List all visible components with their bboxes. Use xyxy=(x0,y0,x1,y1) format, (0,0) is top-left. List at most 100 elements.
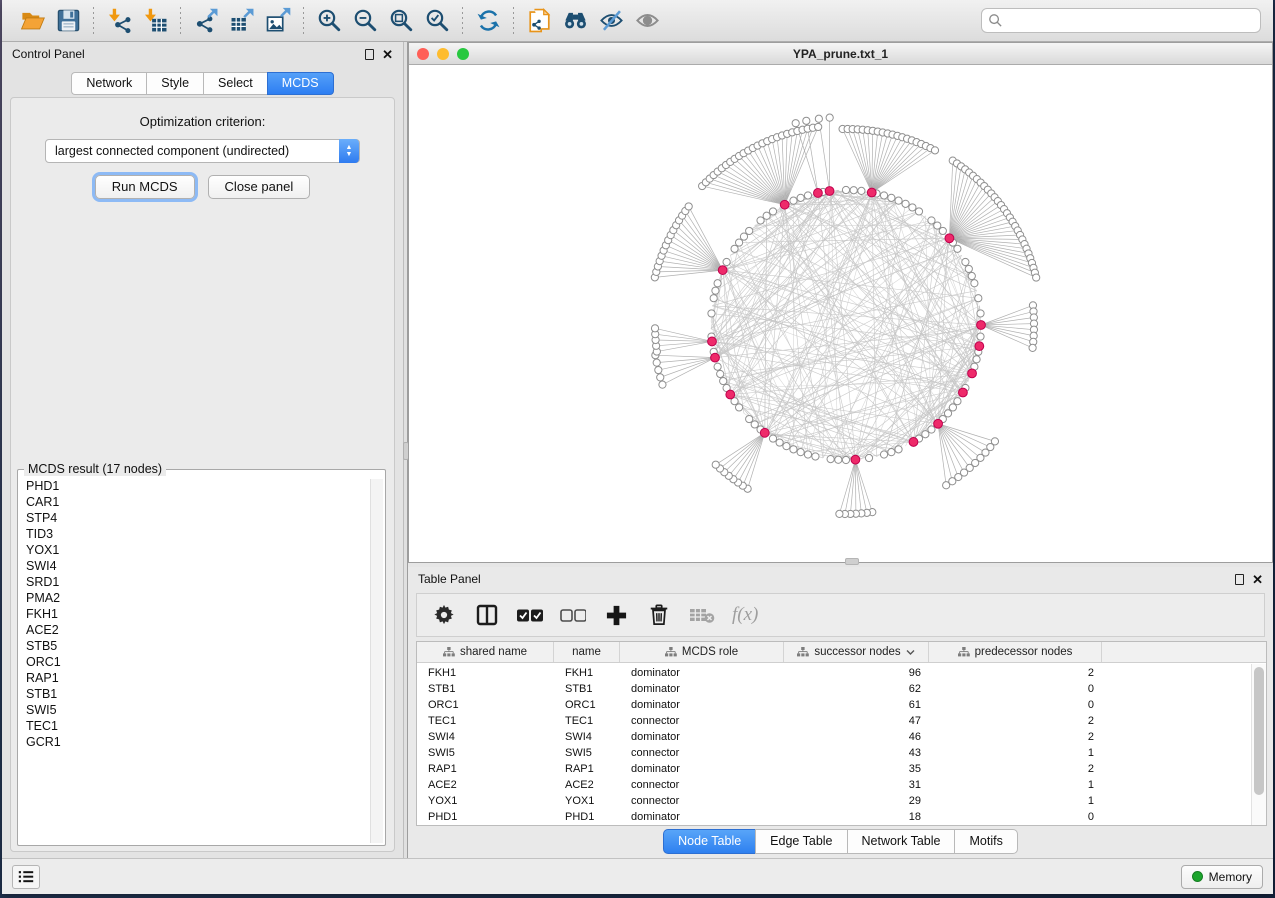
table-row[interactable]: TEC1TEC1connector472 xyxy=(417,713,1251,729)
column-header-predecessor-nodes[interactable]: predecessor nodes xyxy=(929,642,1102,662)
cell-successor_nodes[interactable]: 18 xyxy=(784,811,929,823)
table-row[interactable]: PHD1PHD1dominator180 xyxy=(417,809,1251,825)
cell-predecessor_nodes[interactable]: 1 xyxy=(929,747,1102,759)
cell-predecessor_nodes[interactable]: 0 xyxy=(929,683,1102,695)
show-details-icon[interactable] xyxy=(629,4,665,38)
tab-network-table[interactable]: Network Table xyxy=(847,829,955,854)
cell-successor_nodes[interactable]: 61 xyxy=(784,699,929,711)
column-header-name[interactable]: name xyxy=(554,642,620,662)
cell-shared_name[interactable]: RAP1 xyxy=(417,763,554,775)
delete-column-trash-icon[interactable] xyxy=(646,602,672,628)
cell-successor_nodes[interactable]: 46 xyxy=(784,731,929,743)
search-network-icon[interactable] xyxy=(557,4,593,38)
cell-mcds_role[interactable]: connector xyxy=(620,795,784,807)
list-item[interactable]: SWI4 xyxy=(19,558,384,574)
mcds-result-scrollbar[interactable] xyxy=(370,479,383,843)
cell-predecessor_nodes[interactable]: 2 xyxy=(929,731,1102,743)
list-item[interactable]: YOX1 xyxy=(19,542,384,558)
zoom-in-icon[interactable] xyxy=(311,4,347,38)
select-all-icon[interactable] xyxy=(517,602,543,628)
cell-mcds_role[interactable]: connector xyxy=(620,779,784,791)
list-item[interactable]: PMA2 xyxy=(19,590,384,606)
cell-name[interactable]: FKH1 xyxy=(554,667,620,679)
close-panel-icon[interactable]: ✕ xyxy=(382,48,393,61)
cell-mcds_role[interactable]: dominator xyxy=(620,667,784,679)
scrollbar-thumb[interactable] xyxy=(1254,667,1264,795)
table-row[interactable]: SWI4SWI4dominator462 xyxy=(417,729,1251,745)
cell-shared_name[interactable]: YOX1 xyxy=(417,795,554,807)
cell-name[interactable]: ORC1 xyxy=(554,699,620,711)
cell-predecessor_nodes[interactable]: 0 xyxy=(929,699,1102,711)
cell-successor_nodes[interactable]: 96 xyxy=(784,667,929,679)
close-panel-icon[interactable]: ✕ xyxy=(1252,573,1263,586)
tab-edge-table[interactable]: Edge Table xyxy=(755,829,846,854)
cell-mcds_role[interactable]: connector xyxy=(620,715,784,727)
save-session-icon[interactable] xyxy=(50,4,86,38)
float-panel-icon[interactable] xyxy=(365,49,374,60)
cell-mcds_role[interactable]: dominator xyxy=(620,683,784,695)
list-item[interactable]: SRD1 xyxy=(19,574,384,590)
cell-name[interactable]: SWI4 xyxy=(554,731,620,743)
column-view-icon[interactable] xyxy=(474,602,500,628)
export-network-icon[interactable] xyxy=(188,4,224,38)
run-mcds-button[interactable]: Run MCDS xyxy=(95,175,195,199)
cell-successor_nodes[interactable]: 31 xyxy=(784,779,929,791)
zoom-out-icon[interactable] xyxy=(347,4,383,38)
column-header-shared-name[interactable]: shared name xyxy=(417,642,554,662)
network-canvas[interactable] xyxy=(409,65,1272,562)
list-item[interactable]: CAR1 xyxy=(19,494,384,510)
mcds-result-list[interactable]: PHD1CAR1STP4TID3YOX1SWI4SRD1PMA2FKH1ACE2… xyxy=(19,478,384,844)
list-item[interactable]: ORC1 xyxy=(19,654,384,670)
cell-predecessor_nodes[interactable]: 2 xyxy=(929,667,1102,679)
table-row[interactable]: STB1STB1dominator620 xyxy=(417,681,1251,697)
tab-style[interactable]: Style xyxy=(146,72,203,95)
cell-mcds_role[interactable]: dominator xyxy=(620,811,784,823)
table-settings-gear-icon[interactable] xyxy=(431,602,457,628)
list-item[interactable]: FKH1 xyxy=(19,606,384,622)
cell-predecessor_nodes[interactable]: 1 xyxy=(929,795,1102,807)
list-item[interactable]: STB5 xyxy=(19,638,384,654)
tab-motifs[interactable]: Motifs xyxy=(954,829,1017,854)
cell-shared_name[interactable]: PHD1 xyxy=(417,811,554,823)
network-graph[interactable] xyxy=(409,65,1272,562)
list-item[interactable]: STB1 xyxy=(19,686,384,702)
memory-button[interactable]: Memory xyxy=(1181,865,1263,889)
task-history-list-button[interactable] xyxy=(12,865,40,889)
table-row[interactable]: YOX1YOX1connector291 xyxy=(417,793,1251,809)
cell-name[interactable]: PHD1 xyxy=(554,811,620,823)
list-item[interactable]: ACE2 xyxy=(19,622,384,638)
export-image-icon[interactable] xyxy=(260,4,296,38)
cell-predecessor_nodes[interactable]: 2 xyxy=(929,763,1102,775)
cell-name[interactable]: STB1 xyxy=(554,683,620,695)
list-item[interactable]: RAP1 xyxy=(19,670,384,686)
search-input[interactable] xyxy=(981,8,1261,33)
column-header-successor-nodes[interactable]: successor nodes xyxy=(784,642,929,662)
list-item[interactable]: TEC1 xyxy=(19,718,384,734)
list-item[interactable]: PHD1 xyxy=(19,478,384,494)
list-item[interactable]: GCR1 xyxy=(19,734,384,750)
list-item[interactable]: STP4 xyxy=(19,510,384,526)
cell-mcds_role[interactable]: connector xyxy=(620,747,784,759)
cell-mcds_role[interactable]: dominator xyxy=(620,699,784,711)
cell-name[interactable]: RAP1 xyxy=(554,763,620,775)
deselect-all-icon[interactable] xyxy=(560,602,586,628)
close-panel-button[interactable]: Close panel xyxy=(208,175,311,199)
table-row[interactable]: ORC1ORC1dominator610 xyxy=(417,697,1251,713)
add-column-icon[interactable] xyxy=(603,602,629,628)
cell-name[interactable]: SWI5 xyxy=(554,747,620,759)
tab-mcds[interactable]: MCDS xyxy=(267,72,334,95)
float-panel-icon[interactable] xyxy=(1235,574,1244,585)
import-table-icon[interactable] xyxy=(137,4,173,38)
import-network-icon[interactable] xyxy=(101,4,137,38)
cell-shared_name[interactable]: TEC1 xyxy=(417,715,554,727)
cell-name[interactable]: TEC1 xyxy=(554,715,620,727)
table-vertical-scrollbar[interactable] xyxy=(1251,664,1266,825)
cell-successor_nodes[interactable]: 35 xyxy=(784,763,929,775)
cell-shared_name[interactable]: ACE2 xyxy=(417,779,554,791)
cell-shared_name[interactable]: SWI4 xyxy=(417,731,554,743)
open-file-icon[interactable] xyxy=(14,4,50,38)
cell-mcds_role[interactable]: dominator xyxy=(620,731,784,743)
optimization-criterion-select[interactable]: largest connected component (undirected)… xyxy=(45,139,360,163)
cell-predecessor_nodes[interactable]: 0 xyxy=(929,811,1102,823)
export-table-icon[interactable] xyxy=(224,4,260,38)
